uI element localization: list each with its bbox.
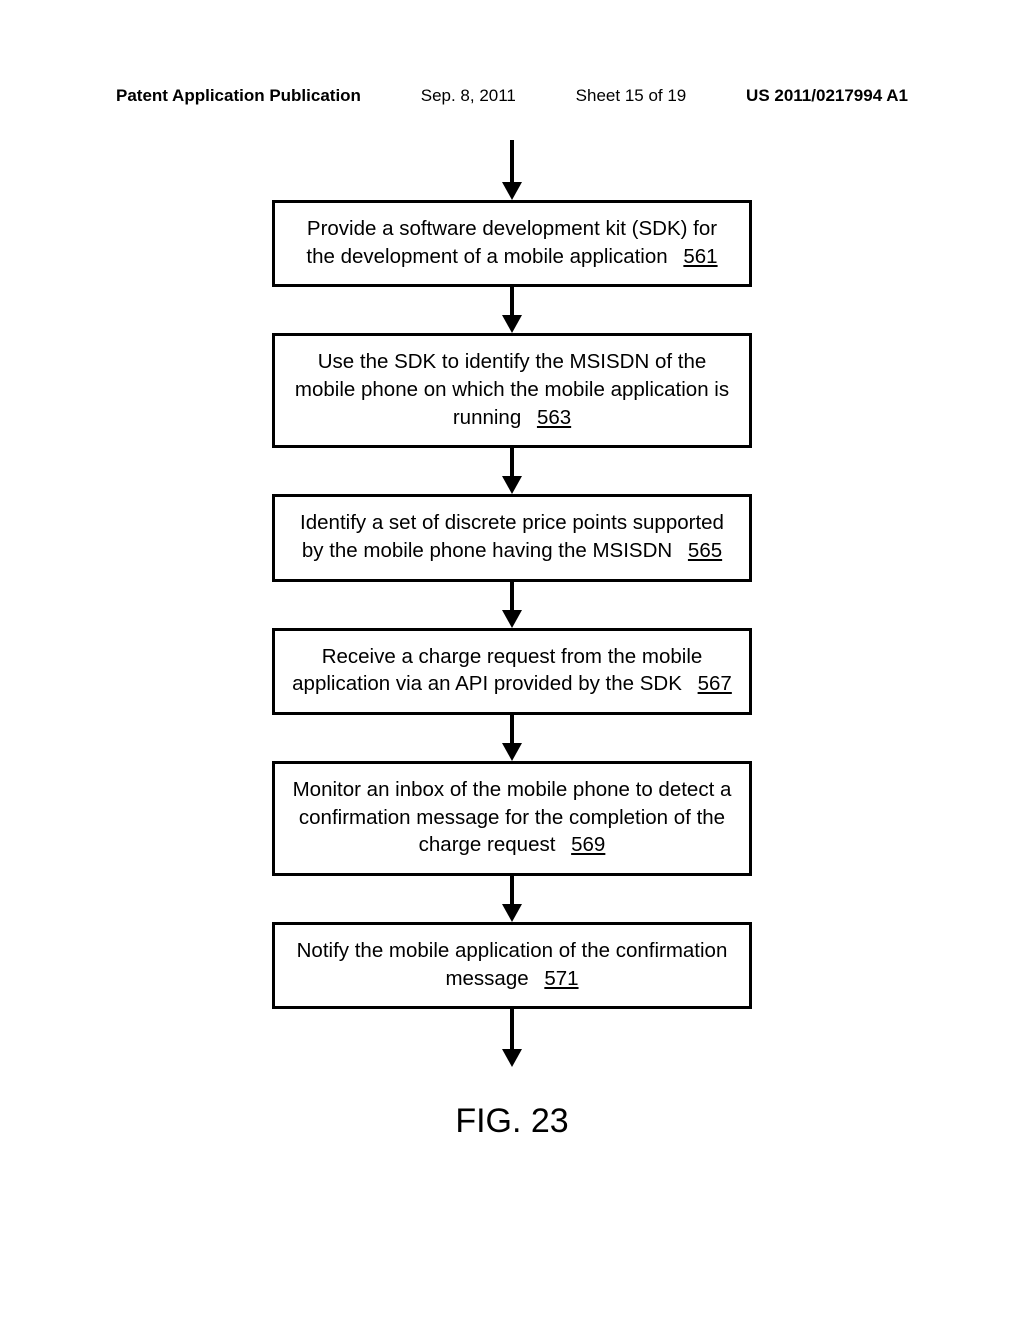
arrow-segment xyxy=(510,448,514,476)
flow-step-565: Identify a set of discrete price points … xyxy=(272,494,752,581)
publication-date: Sep. 8, 2011 xyxy=(421,86,516,106)
arrow-down-icon xyxy=(502,315,522,333)
arrow-down-icon xyxy=(502,182,522,200)
figure-label: FIG. 23 xyxy=(0,1102,1024,1141)
flow-step-571: Notify the mobile application of the con… xyxy=(272,922,752,1009)
arrow-segment xyxy=(510,1009,514,1049)
page-header: Patent Application Publication Sep. 8, 2… xyxy=(116,86,908,106)
arrow-segment xyxy=(510,287,514,315)
step-text: Provide a software development kit (SDK)… xyxy=(306,217,717,268)
arrow-down-icon xyxy=(502,743,522,761)
flow-step-569: Monitor an inbox of the mobile phone to … xyxy=(272,761,752,876)
arrow-segment xyxy=(510,140,514,182)
step-ref: 569 xyxy=(571,833,605,856)
step-text: Use the SDK to identify the MSISDN of th… xyxy=(295,350,729,428)
step-text: Receive a charge request from the mobile… xyxy=(292,645,702,696)
arrow-down-icon xyxy=(502,610,522,628)
step-text: Identify a set of discrete price points … xyxy=(300,511,724,562)
step-ref: 571 xyxy=(544,967,578,990)
step-ref: 565 xyxy=(688,539,722,562)
step-text: Monitor an inbox of the mobile phone to … xyxy=(293,778,732,856)
arrow-segment xyxy=(510,715,514,743)
flow-step-563: Use the SDK to identify the MSISDN of th… xyxy=(272,333,752,448)
step-text: Notify the mobile application of the con… xyxy=(297,939,728,990)
arrow-down-icon xyxy=(502,476,522,494)
publication-number: US 2011/0217994 A1 xyxy=(746,86,908,106)
step-ref: 561 xyxy=(683,245,717,268)
arrow-segment xyxy=(510,582,514,610)
step-ref: 563 xyxy=(537,406,571,429)
flow-step-567: Receive a charge request from the mobile… xyxy=(272,628,752,715)
step-ref: 567 xyxy=(698,672,732,695)
arrow-down-icon xyxy=(502,904,522,922)
flow-step-561: Provide a software development kit (SDK)… xyxy=(272,200,752,287)
flowchart: Provide a software development kit (SDK)… xyxy=(0,140,1024,1067)
publication-label: Patent Application Publication xyxy=(116,86,361,106)
arrow-segment xyxy=(510,876,514,904)
sheet-number: Sheet 15 of 19 xyxy=(576,86,687,106)
arrow-down-icon xyxy=(502,1049,522,1067)
